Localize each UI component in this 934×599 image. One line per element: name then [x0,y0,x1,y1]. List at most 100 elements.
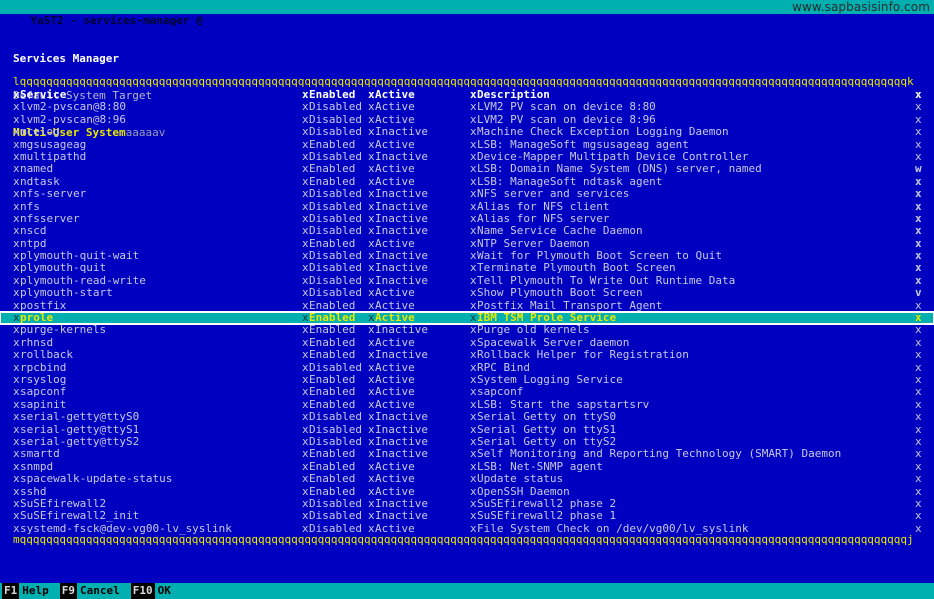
row-border-left: x [13,126,20,139]
fkey-f1-label[interactable]: Help [19,583,52,599]
scrollbar-thumb[interactable]: x [915,201,922,213]
table-row[interactable]: x sapconf x Enabled x Active x sapconf x [0,386,934,398]
table-row[interactable]: x ntpd x Enabled x Active x NTP Server Daemon x [0,238,934,250]
table-row[interactable]: x mgsusageag x Enabled x Active x LSB: ManageSo… [0,139,934,151]
row-border-mid-3: x [470,349,477,362]
table-row[interactable]: x plymouth-quit x Disabled x Inactive x Termina… [0,262,934,274]
scrollbar-thumb[interactable]: x [915,250,922,262]
table-row[interactable]: x nscd x Disabled x Inactive x Name Service Cac… [0,225,934,237]
table-row[interactable]: x named x Enabled x Active x LSB: Domain Name S… [0,163,934,175]
row-border-left: x [13,113,20,126]
cell-service-name: plymouth-start [20,287,113,300]
scrollbar-thumb[interactable]: x [915,213,922,225]
table-row[interactable]: x lvm2-pvscan@8:80 x Disabled x Active x LVM2 P… [0,101,934,113]
table-row[interactable]: x postfix x Enabled x Active x Postfix Mail Tra… [0,300,934,312]
cell-active-state: Inactive [375,126,428,139]
row-border-mid-2: x [368,423,375,436]
cell-service-name: sapinit [20,398,67,411]
table-row[interactable]: x smartd x Enabled x Inactive x Self Monitoring… [0,448,934,460]
table-row[interactable]: x lvm2-pvscan@8:96 x Disabled x Active x LVM2 P… [0,114,934,126]
row-border-mid-1: x [302,398,309,411]
table-row[interactable]: x rsyslog x Enabled x Active x System Logging S… [0,374,934,386]
row-border-right: x [915,460,922,473]
cell-enabled-state: Enabled [309,336,356,349]
fkey-f10-label[interactable]: OK [155,583,174,599]
table-row[interactable]: x serial-getty@ttyS2 x Disabled x Inactive x Se… [0,436,934,448]
row-border-mid-3: x [470,497,477,510]
cell-active-state: Inactive [375,435,428,448]
row-border-mid-1: x [302,373,309,386]
table-row[interactable]: x nfs x Disabled x Inactive x Alias for NFS cli… [0,201,934,213]
table-row[interactable]: x serial-getty@ttyS1 x Disabled x Inactive x Se… [0,424,934,436]
table-row[interactable]: x sapinit x Enabled x Active x LSB: Start the s… [0,399,934,411]
cell-active-state: Inactive [375,200,428,213]
scrollbar-thumb[interactable]: x [915,262,922,274]
row-border-mid-2: x [368,324,375,337]
cell-enabled-state: Enabled [309,349,356,362]
cell-enabled-state: Enabled [309,175,356,188]
scrollbar-up-arrow-icon[interactable]: w [915,163,922,175]
fkey-f10-keycap[interactable]: F10 [130,583,155,599]
row-border-mid-3: x [470,361,477,374]
row-border-left: x [13,324,20,337]
function-key-bar[interactable]: F1 Help F9 Cancel F10 OK [0,583,934,599]
cell-description: SuSEfirewall2 phase 2 [477,497,617,510]
row-border-mid-3: x [470,175,477,188]
fkey-f1-keycap[interactable]: F1 [2,583,20,599]
table-row[interactable]: x purge-kernels x Enabled x Inactive x Purge ol… [0,324,934,336]
table-row[interactable]: x snmpd x Enabled x Active x LSB: Net-SNMP agen… [0,461,934,473]
cell-description: IBM TSM Prole Service [477,312,617,325]
table-row[interactable]: x rhnsd x Enabled x Active x Spacewalk Server d… [0,337,934,349]
table-row[interactable]: x serial-getty@ttyS0 x Disabled x Inactive x Se… [0,411,934,423]
cell-active-state: Active [375,473,415,486]
table-row[interactable]: x multipathd x Disabled x Inactive x Device-Map… [0,151,934,163]
cell-description: Alias for NFS client [477,200,610,213]
fkey-f9-keycap[interactable]: F9 [59,583,77,599]
table-row[interactable]: x nfs-server x Disabled x Inactive x NFS server… [0,188,934,200]
row-border-mid-3: x [470,435,477,448]
fkey-f9-label[interactable]: Cancel [77,583,123,599]
row-border-left: x [13,460,20,473]
row-border-left: x [13,435,20,448]
table-row[interactable]: x ndtask x Enabled x Active x LSB: ManageSoft n… [0,176,934,188]
row-border-mid-1: x [302,163,309,176]
cell-service-name: rhnsd [20,336,54,349]
cell-active-state: Active [375,163,415,176]
table-row[interactable]: x rpcbind x Disabled x Active x RPC Bind x [0,362,934,374]
cell-enabled-state: Disabled [309,287,362,300]
cell-service-name: nfsserver [20,212,80,225]
table-row[interactable]: x SuSEfirewall2_init x Disabled x Inactive x Su… [0,510,934,522]
cell-service-name: serial-getty@ttyS1 [20,423,140,436]
table-row[interactable]: x plymouth-quit-wait x Disabled x Inactive x Wa… [0,250,934,262]
cell-service-name: nfs [20,200,40,213]
row-border-mid-2: x [368,312,375,325]
row-border-right: x [915,473,922,486]
table-row[interactable]: x rollback x Enabled x Inactive x Rollback Help… [0,349,934,361]
column-header-active: Active [375,89,415,101]
table-row[interactable]: x sshd x Enabled x Active x OpenSSH Daemon x [0,486,934,498]
scrollbar-thumb[interactable]: x [915,176,922,188]
table-row[interactable]: x plymouth-start x Disabled x Active x Show Ply… [0,287,934,299]
cell-service-name: prole [20,312,54,325]
services-table[interactable]: x Service x Enabled x Active x Description x x lvm… [0,89,934,535]
scrollbar-thumb[interactable]: x [915,188,922,200]
row-border-mid-1: x [302,312,309,325]
row-border-right: x [915,324,922,337]
scrollbar-thumb[interactable]: x [915,238,922,250]
table-row[interactable]: x plymouth-read-write x Disabled x Inactive x T… [0,275,934,287]
row-border-left: x [13,510,20,523]
scrollbar-thumb[interactable]: x [915,275,922,287]
cell-service-name: ntpd [20,237,47,250]
row-border-left: x [13,250,20,263]
cell-service-name: sshd [20,485,47,498]
table-row[interactable]: x spacewalk-update-status x Enabled x Active x… [0,473,934,485]
row-border-right: x [915,373,922,386]
table-row[interactable]: x nfsserver x Disabled x Inactive x Alias for N… [0,213,934,225]
table-row[interactable]: x SuSEfirewall2 x Disabled x Inactive x SuSEfir… [0,498,934,510]
cell-description: Spacewalk Server daemon [477,336,630,349]
scrollbar-thumb[interactable]: x [915,225,922,237]
scrollbar-down-arrow-icon[interactable]: v [915,287,922,299]
table-row[interactable]: x mcelog x Disabled x Inactive x Machine Check … [0,126,934,138]
cell-enabled-state: Disabled [309,200,362,213]
table-row[interactable]: x prole x Enabled x Active x IBM TSM Prole Serv… [0,310,934,326]
